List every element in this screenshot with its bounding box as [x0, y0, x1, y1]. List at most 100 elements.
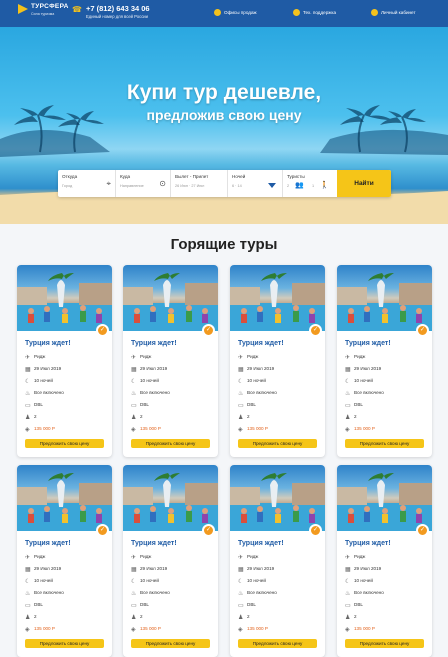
tour-card[interactable]: ✓ Турция ждет! ✈ Ридж ▦ 29 Июл 2019 ☾ 10 ночей ♨…: [337, 265, 432, 457]
tour-detail-value: Ридж: [140, 554, 152, 559]
plane-icon: ✈: [238, 555, 244, 561]
tour-detail-value: 10 ночей: [140, 378, 159, 383]
offer-price-button[interactable]: Предложить свою цену: [238, 439, 317, 448]
tour-title[interactable]: Турция ждет!: [345, 340, 391, 347]
calendar-icon: ▦: [131, 367, 137, 373]
tour-search-form: Откуда Город ⌖ Куда Направление ⊙ Вылет …: [58, 170, 391, 197]
link-sales-offices[interactable]: Офисы продаж: [214, 9, 257, 16]
tour-photo[interactable]: [337, 265, 432, 331]
tour-detail-value: 10 ночей: [34, 578, 53, 583]
tour-photo[interactable]: [230, 265, 325, 331]
tour-detail-row: ▭ DBL: [345, 602, 363, 612]
tour-detail-value: 135 000 Р: [247, 626, 268, 631]
tour-title[interactable]: Турция ждет!: [238, 340, 284, 347]
tour-detail-row: ☾ 10 ночей: [345, 578, 373, 588]
moon-icon: ☾: [131, 379, 137, 385]
tag-icon: ◈: [238, 427, 243, 433]
tour-detail-row: ✈ Ридж: [25, 354, 45, 364]
tour-detail-row: ✈ Ридж: [25, 554, 45, 564]
tour-detail-row: ♨ Все включено: [238, 390, 277, 400]
tour-photo[interactable]: [123, 265, 218, 331]
nights-field[interactable]: Ночей 6 · 14: [228, 170, 283, 197]
tour-card[interactable]: ✓ Турция ждет! ✈ Ридж ▦ 29 Июл 2019 ☾ 10 ночей ♨…: [230, 265, 325, 457]
tour-card[interactable]: ✓ Турция ждет! ✈ Ридж ▦ 29 Июл 2019 ☾ 10 ночей ♨…: [17, 465, 112, 657]
tourists-label: Туристы: [287, 174, 305, 179]
tour-card[interactable]: ✓ Турция ждет! ✈ Ридж ▦ 29 Июл 2019 ☾ 10 ночей ♨…: [230, 465, 325, 657]
offer-price-button[interactable]: Предложить свою цену: [345, 639, 424, 648]
tour-detail-value: 2: [34, 614, 37, 619]
tour-photo[interactable]: [17, 265, 112, 331]
tour-detail-row: ☾ 10 ночей: [238, 378, 266, 388]
tour-detail-value: 29 Июл 2019: [34, 566, 62, 571]
tour-detail-row: ♨ Все включено: [345, 390, 384, 400]
tour-card[interactable]: ✓ Турция ждет! ✈ Ридж ▦ 29 Июл 2019 ☾ 10 ночей ♨…: [337, 465, 432, 657]
find-button[interactable]: Найти: [337, 170, 391, 197]
tour-detail-row: ▭ DBL: [25, 402, 43, 412]
offer-price-button[interactable]: Предложить свою цену: [131, 639, 210, 648]
tour-detail-row: ♨ Все включено: [131, 590, 170, 600]
calendar-icon: ▦: [345, 367, 351, 373]
tour-photo[interactable]: [17, 465, 112, 531]
tour-detail-value: 135 000 Р: [34, 626, 55, 631]
tour-title[interactable]: Турция ждет!: [131, 540, 177, 547]
tour-detail-row: ✈ Ридж: [131, 554, 151, 564]
offer-price-button[interactable]: Предложить свою цену: [345, 439, 424, 448]
tour-detail-row: ▦ 29 Июл 2019: [25, 366, 61, 376]
brand-tagline: Сила туризма: [31, 12, 55, 16]
tour-detail-value: Все включено: [34, 390, 64, 395]
from-field[interactable]: Откуда Город ⌖: [58, 170, 116, 197]
link-support[interactable]: Тех. поддержка: [293, 9, 336, 16]
plane-icon: ✈: [131, 555, 137, 561]
adults-icon: 👥: [295, 182, 304, 189]
tour-detail-row: ◈ 135 000 Р: [345, 626, 375, 636]
tour-card[interactable]: ✓ Турция ждет! ✈ Ридж ▦ 29 Июл 2019 ☾ 10 ночей ♨…: [17, 265, 112, 457]
offer-price-button[interactable]: Предложить свою цену: [238, 639, 317, 648]
tour-detail-row: ♨ Все включено: [131, 390, 170, 400]
tour-title[interactable]: Турция ждет!: [25, 540, 71, 547]
tour-detail-row: ♨ Все включено: [25, 590, 64, 600]
tour-detail-row: ◈ 135 000 Р: [25, 426, 55, 436]
offer-price-button[interactable]: Предложить свою цену: [131, 439, 210, 448]
offer-price-button[interactable]: Предложить свою цену: [25, 639, 104, 648]
offer-price-button[interactable]: Предложить свою цену: [25, 439, 104, 448]
tour-detail-row: ◈ 135 000 Р: [25, 626, 55, 636]
dates-field[interactable]: Вылет - Прилет 26 Июн · 27 Июл: [171, 170, 228, 197]
bed-icon: ▭: [131, 603, 137, 609]
tour-detail-value: Все включено: [354, 390, 384, 395]
tour-card[interactable]: ✓ Турция ждет! ✈ Ридж ▦ 29 Июл 2019 ☾ 10 ночей ♨…: [123, 265, 218, 457]
tour-title[interactable]: Турция ждет!: [238, 540, 284, 547]
tour-detail-row: ▦ 29 Июл 2019: [131, 566, 167, 576]
pin-icon: ⌖: [106, 179, 111, 188]
tour-photo[interactable]: [337, 465, 432, 531]
tour-title[interactable]: Турция ждет!: [25, 340, 71, 347]
people-icon: ♟: [345, 615, 351, 621]
to-field[interactable]: Куда Направление ⊙: [116, 170, 171, 197]
phone-number[interactable]: +7 (812) 643 34 06: [86, 4, 150, 13]
tour-title[interactable]: Турция ждет!: [345, 540, 391, 547]
tag-icon: ◈: [25, 627, 30, 633]
tourists-field[interactable]: Туристы 2 👥 1 🚶: [283, 170, 337, 197]
tour-detail-value: 10 ночей: [247, 578, 266, 583]
tour-detail-row: ♟ 2: [345, 414, 357, 424]
bed-icon: ▭: [25, 403, 31, 409]
tour-detail-row: ✈ Ридж: [131, 354, 151, 364]
child-icon: 🚶: [320, 182, 329, 189]
hot-deal-badge-icon: ✓: [309, 524, 322, 537]
tour-detail-row: ♟ 2: [25, 414, 37, 424]
bed-icon: ▭: [131, 403, 137, 409]
tour-photo[interactable]: [230, 465, 325, 531]
moon-icon: ☾: [345, 379, 351, 385]
tour-card[interactable]: ✓ Турция ждет! ✈ Ридж ▦ 29 Июл 2019 ☾ 10 ночей ♨…: [123, 465, 218, 657]
tour-detail-value: 2: [354, 614, 357, 619]
tour-detail-value: 10 ночей: [140, 578, 159, 583]
moon-icon: ☾: [131, 579, 137, 585]
tag-icon: ◈: [131, 427, 136, 433]
calendar-icon: ▦: [345, 567, 351, 573]
tour-photo[interactable]: [123, 465, 218, 531]
tag-icon: ◈: [345, 627, 350, 633]
tour-title[interactable]: Турция ждет!: [131, 340, 177, 347]
meal-icon: ♨: [131, 591, 137, 597]
tour-detail-row: ▭ DBL: [25, 602, 43, 612]
tour-detail-value: Все включено: [247, 590, 277, 595]
link-account[interactable]: Личный кабинет: [371, 9, 416, 16]
